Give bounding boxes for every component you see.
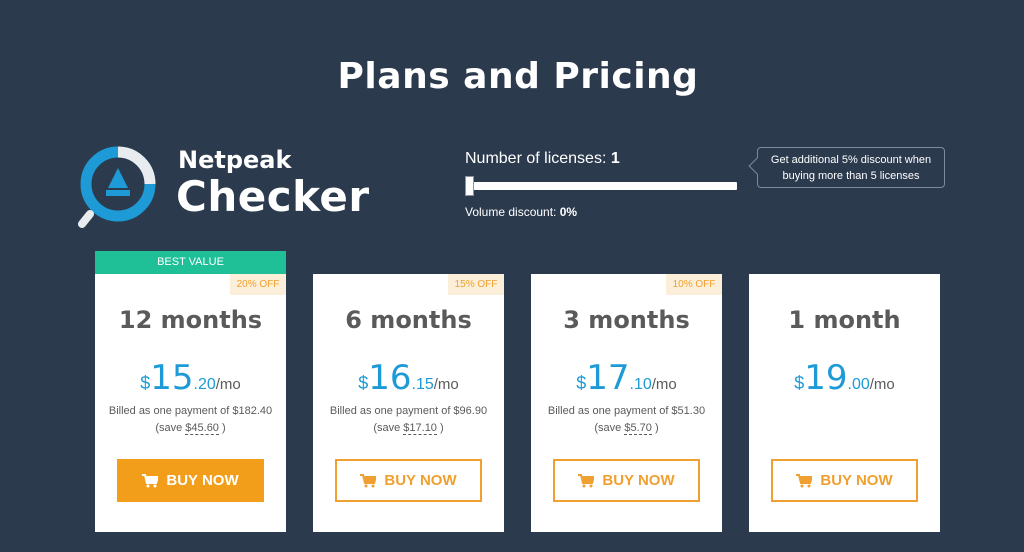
plan-duration: 6 months [345,306,472,334]
licenses-count: 1 [610,150,620,167]
price-whole: 19 [804,358,848,398]
save-prefix: (save [373,422,401,434]
plan-price: $15.20/mo [95,358,286,398]
price-currency: $ [358,373,369,393]
netpeak-checker-logo-icon [78,146,156,228]
plan-price: $16.15/mo [313,358,504,398]
billed-text: Billed as one payment of $182.40 [108,405,273,417]
volume-discount-label: Volume discount: [465,205,557,219]
billed-text: Billed as one payment of $51.30 [547,405,706,417]
volume-discount-value: 0% [559,205,578,219]
billing-info: Billed as one payment of $51.30 (save $5… [531,403,722,437]
plan-card-1-month: 1 month $19.00/mo BUY NOW [749,274,940,532]
discount-badge: 10% OFF [666,274,722,295]
price-cents: .10 [629,376,652,393]
plan-card-12-months: BEST VALUE 20% OFF 12 months $15.20/mo B… [95,251,286,532]
buy-now-label: BUY NOW [166,472,239,489]
price-period: /mo [651,376,677,393]
billing-info: Billed as one payment of $96.90 (save $1… [313,403,504,437]
save-amount: $45.60 [185,422,219,435]
plan-price: $19.00/mo [749,358,940,398]
logo-text-checker: Checker [176,172,370,221]
save-text: (save $17.10 ) [313,420,504,437]
licenses-slider-handle[interactable] [465,176,474,196]
save-suffix: ) [440,422,444,434]
save-suffix: ) [222,422,226,434]
price-cents: .00 [847,376,870,393]
save-amount: $5.70 [624,422,652,435]
plan-duration: 12 months [118,306,263,334]
buy-now-label: BUY NOW [820,472,893,489]
save-prefix: (save [594,422,622,434]
billing-info: Billed as one payment of $182.40 (save $… [95,403,286,437]
discount-tooltip: Get additional 5% discount when buying m… [757,147,945,188]
save-text: (save $5.70 ) [531,420,722,437]
price-whole: 16 [368,358,412,398]
price-whole: 17 [586,358,630,398]
plan-card-6-months: 15% OFF 6 months $16.15/mo Billed as one… [313,274,504,532]
price-period: /mo [869,376,895,393]
price-period: /mo [215,376,241,393]
logo-text-netpeak: Netpeak [178,146,292,174]
licenses-label-text: Number of licenses: [465,150,607,167]
price-currency: $ [794,373,805,393]
licenses-slider[interactable] [465,182,737,190]
best-value-badge: BEST VALUE [95,251,286,274]
buy-now-label: BUY NOW [384,472,457,489]
plan-duration: 1 month [788,306,901,334]
cart-icon [360,473,377,487]
price-cents: .20 [193,376,216,393]
save-text: (save $45.60 ) [95,420,286,437]
cart-icon [796,473,813,487]
licenses-label: Number of licenses: 1 [465,150,620,168]
plan-price: $17.10/mo [531,358,722,398]
price-currency: $ [140,373,151,393]
save-suffix: ) [654,422,659,434]
save-prefix: (save [155,422,183,434]
discount-badge: 15% OFF [448,274,504,295]
cart-icon [142,473,159,487]
buy-now-button[interactable]: BUY NOW [771,459,918,502]
billed-text: Billed as one payment of $96.90 [329,405,488,417]
price-period: /mo [433,376,459,393]
price-whole: 15 [150,358,194,398]
save-amount: $17.10 [403,422,437,435]
cart-icon [578,473,595,487]
volume-discount: Volume discount: 0% [465,205,577,219]
plan-card-3-months: 10% OFF 3 months $17.10/mo Billed as one… [531,274,722,532]
price-currency: $ [576,373,587,393]
plan-duration: 3 months [563,306,690,334]
buy-now-label: BUY NOW [602,472,675,489]
page-title: Plans and Pricing [337,56,699,97]
buy-now-button[interactable]: BUY NOW [553,459,700,502]
price-cents: .15 [411,376,434,393]
discount-badge: 20% OFF [230,274,286,295]
buy-now-button[interactable]: BUY NOW [117,459,264,502]
buy-now-button[interactable]: BUY NOW [335,459,482,502]
